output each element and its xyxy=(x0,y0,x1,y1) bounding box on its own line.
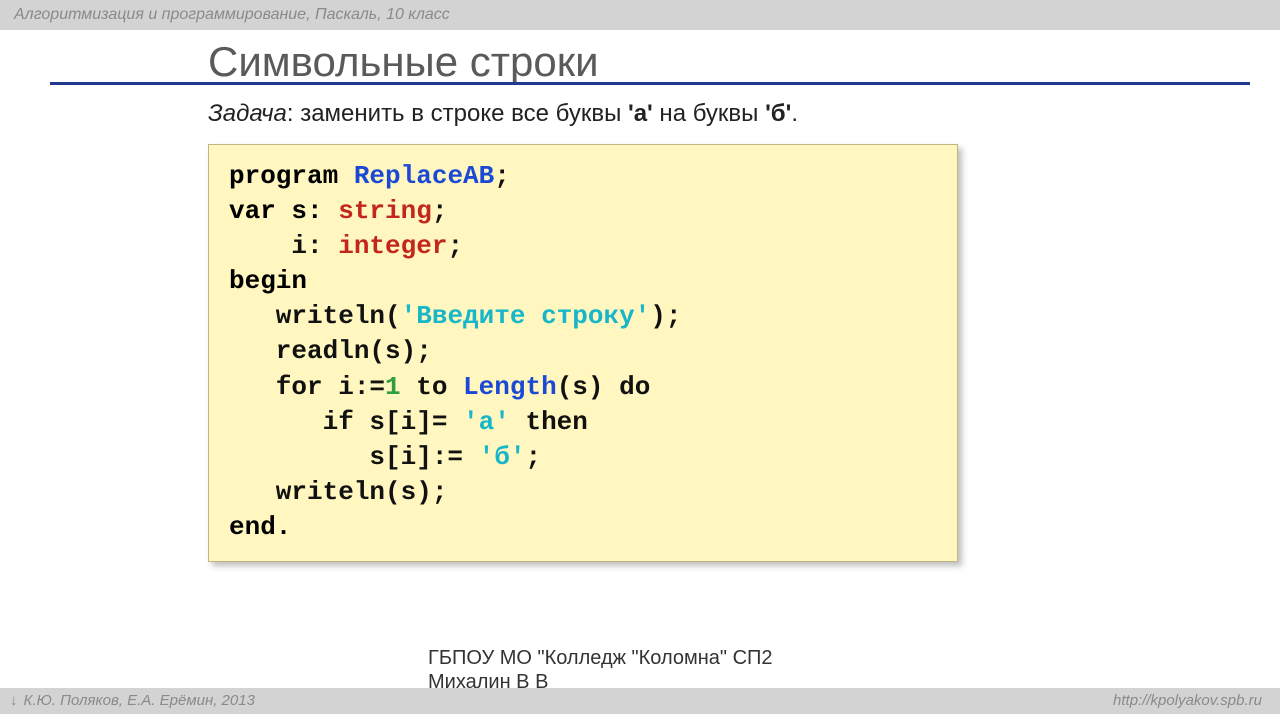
if-open: if s[i]= xyxy=(229,407,463,437)
org-line1: ГБПОУ МО "Колледж "Коломна" СП2 xyxy=(428,646,773,670)
kw-end: end. xyxy=(229,512,291,542)
footer-url: http://kpolyakov.spb.ru xyxy=(1113,688,1262,714)
task-label: Задача xyxy=(208,100,287,127)
num-one: 1 xyxy=(385,372,401,402)
title-rule xyxy=(50,82,1250,85)
task-sep: : xyxy=(287,100,300,127)
program-name: ReplaceAB xyxy=(354,161,494,191)
semi4: ; xyxy=(525,442,541,472)
org-line2: Михалин В В xyxy=(428,670,773,694)
length-fn: Length xyxy=(463,372,557,402)
kw-program: program xyxy=(229,161,354,191)
var-i: i: xyxy=(229,231,338,261)
semi1: ; xyxy=(494,161,510,191)
course-label: Алгоритмизация и программирование, Паска… xyxy=(14,6,450,23)
for-open: for i:= xyxy=(229,372,385,402)
for-tail: (s) do xyxy=(557,372,651,402)
type-string: string xyxy=(338,196,432,226)
task-line: Задача: заменить в строке все буквы 'а' … xyxy=(180,100,1280,128)
writeln-close: ); xyxy=(650,301,681,331)
kw-begin: begin xyxy=(229,266,307,296)
task-body1: заменить в строке все буквы xyxy=(300,100,628,127)
task-body2: на буквы xyxy=(653,100,765,127)
header-bar: Алгоритмизация и программирование, Паска… xyxy=(0,0,1280,30)
semi2: ; xyxy=(432,196,448,226)
page-title: Символьные строки xyxy=(180,38,1280,86)
title-wrap: Символьные строки xyxy=(180,38,1280,86)
footer-authors: К.Ю. Поляков, Е.А. Ерёмин, 2013 xyxy=(10,688,255,714)
writeln-s: writeln(s); xyxy=(229,477,447,507)
semi3: ; xyxy=(447,231,463,261)
slide-body: Символьные строки Задача: заменить в стр… xyxy=(0,38,1280,688)
writeln-open: writeln( xyxy=(229,301,401,331)
readln: readln(s); xyxy=(229,336,432,366)
task-letter-b: 'б' xyxy=(765,100,791,127)
kw-to: to xyxy=(401,372,463,402)
assign-open: s[i]:= xyxy=(229,442,479,472)
string-literal: 'Введите строку' xyxy=(401,301,651,331)
task-tail: . xyxy=(791,100,798,127)
task-letter-a: 'а' xyxy=(628,100,653,127)
char-a: 'а' xyxy=(463,407,510,437)
type-integer: integer xyxy=(338,231,447,261)
code-block: program ReplaceAB; var s: string; i: int… xyxy=(208,144,958,562)
char-b: 'б' xyxy=(479,442,526,472)
org-block: ГБПОУ МО "Колледж "Коломна" СП2 Михалин … xyxy=(428,646,773,694)
kw-then: then xyxy=(510,407,588,437)
var-decl: var s: xyxy=(229,196,338,226)
